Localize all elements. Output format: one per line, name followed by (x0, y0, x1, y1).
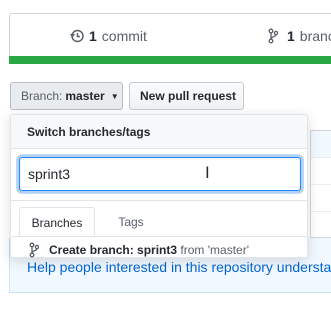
caret-down-icon: ▼ (110, 91, 119, 101)
repo-page: 1 commit 1 branch Branch: master ▼ New p… (0, 0, 331, 310)
commit-tease-row (311, 131, 331, 158)
branch-select-button[interactable]: Branch: master ▼ (10, 82, 123, 110)
git-branch-icon (29, 242, 40, 258)
current-branch-name: master (65, 89, 105, 103)
branches-label: branch (299, 28, 331, 44)
commits-count: 1 (89, 28, 97, 44)
commits-link[interactable]: 1 commit (69, 28, 147, 44)
git-branch-icon (268, 28, 282, 44)
branches-link[interactable]: 1 branch (268, 28, 331, 44)
branch-prefix: Branch: (21, 89, 63, 103)
branch-filter-input[interactable] (19, 157, 301, 191)
filter-area: I (11, 149, 307, 201)
file-row (311, 185, 331, 212)
dropdown-tabs: Branches Tags (11, 201, 307, 237)
file-row (311, 158, 331, 185)
language-bar (9, 56, 331, 64)
file-row (311, 212, 331, 239)
create-branch-source: from 'master' (180, 243, 249, 257)
create-branch-item[interactable]: Create branch: sprint3 from 'master' (11, 237, 307, 261)
create-branch-name: sprint3 (137, 243, 178, 257)
history-icon (69, 28, 84, 44)
tab-tags[interactable]: Tags (109, 207, 153, 237)
commits-label: commit (101, 28, 147, 44)
tab-branches[interactable]: Branches (19, 207, 95, 237)
text-cursor-icon: I (205, 163, 210, 182)
dropdown-title: Switch branches/tags (11, 115, 307, 149)
file-list-background (310, 130, 331, 239)
branches-count: 1 (287, 28, 295, 44)
create-branch-label: Create branch: (49, 243, 134, 257)
new-pull-request-button[interactable]: New pull request (129, 82, 244, 110)
branch-switcher-dropdown: Switch branches/tags I Branches Tags Cre… (10, 114, 308, 258)
